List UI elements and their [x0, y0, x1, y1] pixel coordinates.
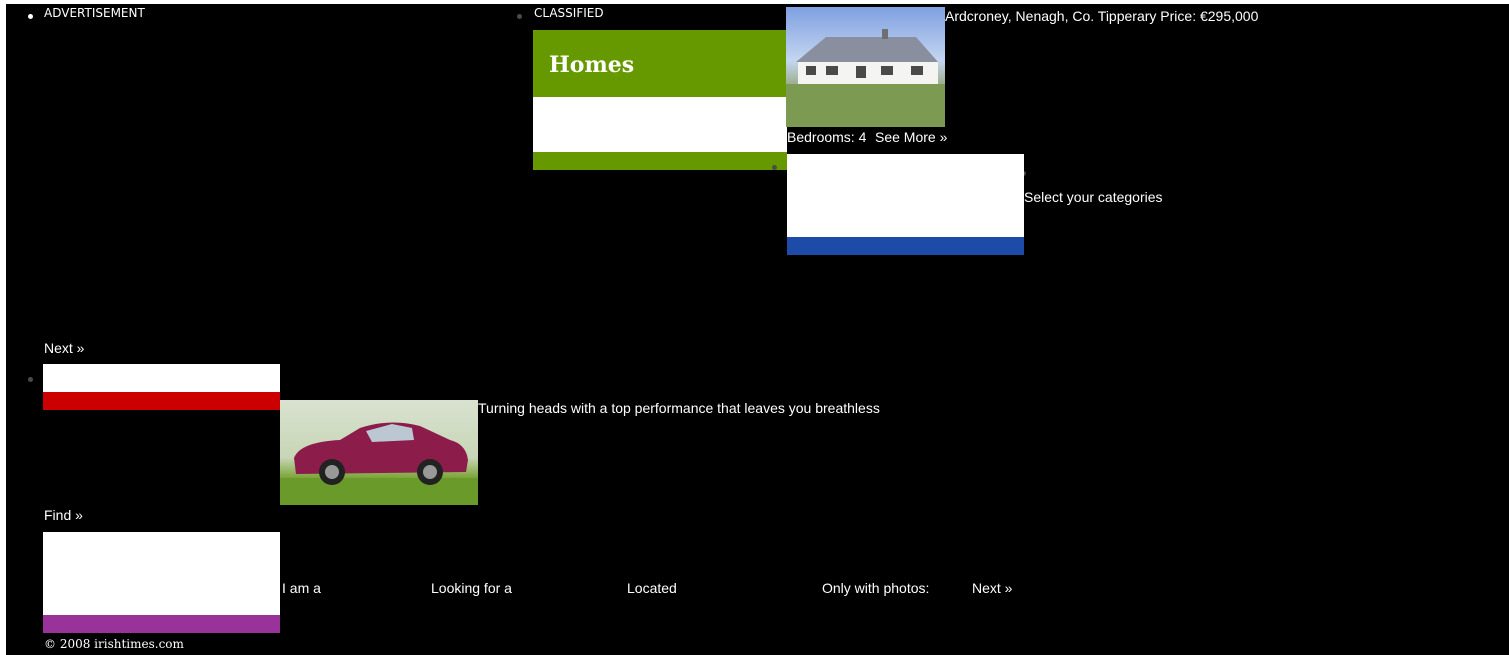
motors-tagline: Turning heads with a top performance tha…	[478, 400, 880, 416]
bullet-icon	[517, 14, 522, 19]
jobs-panel[interactable]	[787, 154, 1024, 237]
jobs-footer-bar	[787, 237, 1024, 255]
dating-footer-bar	[43, 615, 280, 633]
looking-for-label: Looking for a	[431, 580, 512, 596]
listing-location-price: Ardcroney, Nenagh, Co. Tipperary Price: …	[945, 8, 1259, 24]
jobs-next-link[interactable]: Next »	[44, 340, 84, 356]
house-photo-icon	[786, 29, 945, 127]
only-with-photos-label: Only with photos:	[822, 580, 930, 596]
classified-label: CLASSIFIED	[534, 6, 604, 20]
motors-panel[interactable]	[43, 364, 280, 392]
located-label: Located	[627, 580, 677, 596]
copyright: © 2008 irishtimes.com	[44, 637, 184, 651]
house-photo[interactable]	[786, 7, 945, 127]
listing-bedrooms: Bedrooms: 4	[787, 129, 867, 145]
page-canvas: ADVERTISEMENT CLASSIFIED Homes Ardcroney…	[6, 4, 1509, 655]
homes-title: Homes	[549, 52, 635, 78]
motors-footer-bar	[43, 392, 280, 410]
i-am-a-label: I am a	[282, 580, 321, 596]
homes-footer-bar	[533, 152, 787, 170]
dating-next-link[interactable]: Next »	[972, 580, 1012, 596]
bullet-icon	[772, 165, 777, 170]
see-more-link[interactable]: See More »	[875, 129, 947, 145]
motors-find-link[interactable]: Find »	[44, 507, 83, 523]
homes-panel	[533, 97, 787, 152]
bullet-icon	[28, 377, 33, 382]
homes-header[interactable]: Homes	[533, 30, 787, 97]
car-photo-icon	[280, 422, 478, 505]
advertisement-label: ADVERTISEMENT	[44, 6, 145, 20]
car-photo[interactable]	[280, 400, 478, 505]
bullet-icon	[28, 14, 33, 19]
select-categories-label: Select your categories	[1024, 189, 1163, 205]
dating-panel[interactable]	[43, 532, 280, 615]
